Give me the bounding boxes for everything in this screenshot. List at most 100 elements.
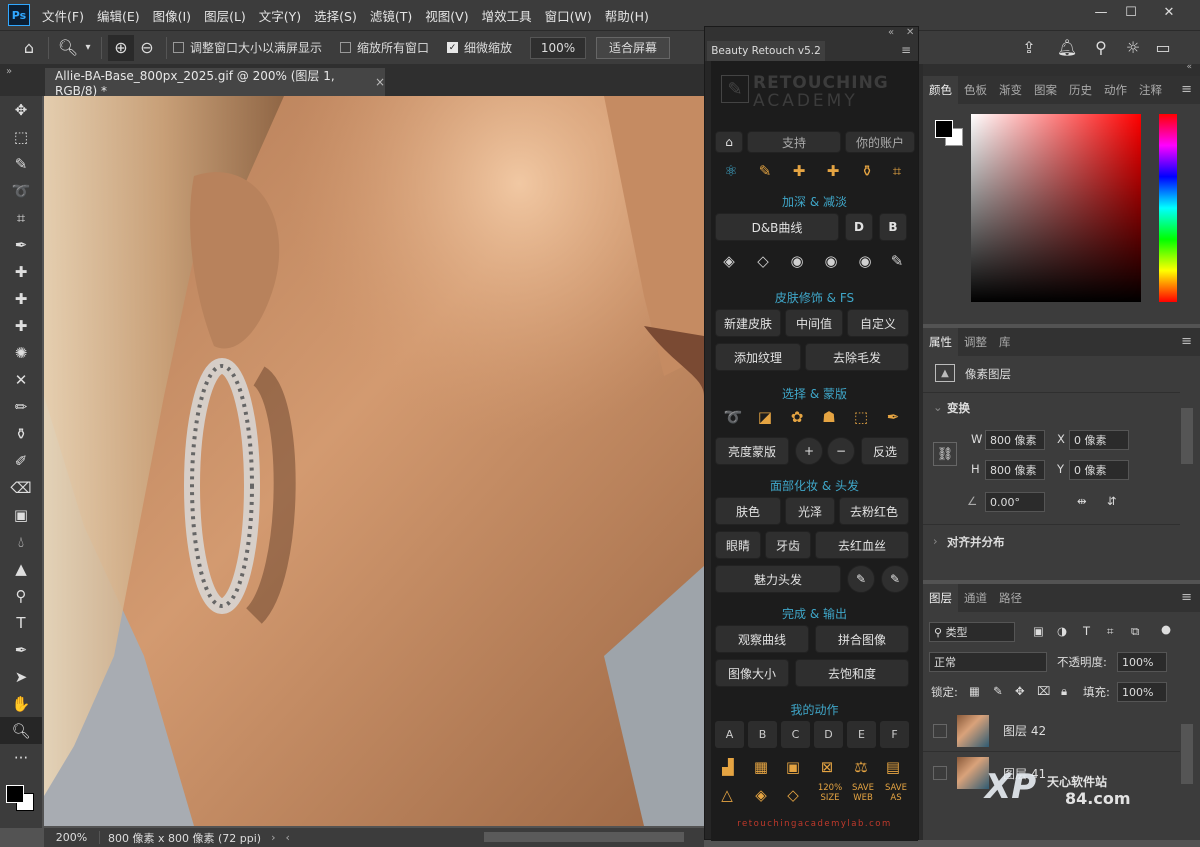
crop-icon[interactable]: ⌗ [885,159,909,183]
tab-swatches[interactable]: 色板 [958,82,993,98]
hue-slider[interactable] [1159,114,1177,302]
quick-select-tool-icon[interactable]: ✎ [0,150,42,177]
gloss-button[interactable]: 光泽 [785,497,835,525]
path-select-icon[interactable]: ➤ [0,663,42,690]
x-field[interactable]: 0 像素 [1069,430,1129,450]
dodge-button[interactable]: D [845,213,873,241]
align-distribute-header[interactable]: 对齐并分布 [947,534,1005,550]
menu-filter[interactable]: 滤镜(T) [370,6,412,25]
height-field[interactable]: 800 像素 [985,460,1045,480]
zoom-value-field[interactable]: 100% [530,36,587,59]
view-curve-button[interactable]: 观察曲线 [715,625,809,653]
triangle-icon[interactable]: △ [715,783,739,807]
add-texture-button[interactable]: 添加纹理 [715,343,801,371]
filter-smart-icon[interactable]: ⧉ [1131,624,1139,639]
sharpen-tool-icon[interactable]: ▲ [0,555,42,582]
lock-position-icon[interactable]: ✥ [1015,684,1025,698]
flip-horizontal-icon[interactable]: ⇹ [1077,494,1087,508]
person-icon[interactable]: ☗ [817,405,841,429]
share-icon[interactable]: ⇪ [1016,35,1042,61]
action-a-button[interactable]: A [715,721,744,748]
histogram-icon[interactable]: ▟ [713,755,743,779]
action-e-button[interactable]: E [847,721,876,748]
close-button[interactable]: ✕ [1154,0,1184,24]
history-brush-icon[interactable]: ✐ [0,447,42,474]
clone-stamp-icon[interactable]: ⚱ [0,420,42,447]
custom-button[interactable]: 自定义 [847,309,909,337]
lock-transparency-icon[interactable]: ▦ [969,684,980,698]
chevron-down-icon[interactable]: ⌄ [933,400,943,414]
panel-menu-icon[interactable]: ≡ [1181,590,1192,605]
foreground-color-swatch[interactable] [6,785,24,803]
hand-tool-icon[interactable]: ✋ [0,690,42,717]
filter-toggle-icon[interactable]: ● [1161,622,1171,636]
tab-history[interactable]: 历史 [1063,82,1098,98]
menu-select[interactable]: 选择(S) [314,6,357,25]
checkmark-icon[interactable]: ✓ [447,42,459,53]
color-swatches[interactable] [0,771,42,821]
burn-button[interactable]: B [879,213,907,241]
panel-menu-icon[interactable]: ≡ [1181,82,1192,97]
zoom-tool-icon[interactable]: 🔍︎ [55,35,81,61]
support-button[interactable]: 支持 [747,131,841,153]
skin-tone-button[interactable]: 肤色 [715,497,781,525]
select-icon[interactable]: ◪ [753,405,777,429]
website-link[interactable]: retouchingacademylab.com [711,819,918,829]
balance-icon[interactable]: ⚖ [849,755,873,779]
collapse-icon[interactable]: « [888,27,894,38]
tab-channels[interactable]: 通道 [958,590,993,606]
home-icon[interactable]: ⌂ [16,35,42,61]
panel-menu-icon[interactable]: ≡ [1181,334,1192,349]
close-panel-icon[interactable]: ✕ [906,27,914,38]
action-f-button[interactable]: F [880,721,909,748]
image-size-button[interactable]: 图像大小 [715,659,789,687]
menu-view[interactable]: 视图(V) [425,6,468,25]
lock-all-icon[interactable]: 🔒︎ [1061,684,1067,699]
eye-s-icon[interactable]: ◉ [819,249,843,273]
document-canvas[interactable] [44,96,704,826]
tab-notes[interactable]: 注释 [1133,82,1168,98]
brush-1-icon[interactable]: ✎ [847,565,875,593]
size-120-button[interactable]: 120% SIZE [815,783,845,803]
layer-icon[interactable]: ◇ [751,249,775,273]
filter-type-icon[interactable]: T [1083,624,1090,638]
fit-window-checkbox[interactable]: 调整窗口大小以满屏显示 [173,39,322,56]
lasso-icon[interactable]: ➰ [721,405,745,429]
teeth-button[interactable]: 牙齿 [765,531,811,559]
layers-icon[interactable]: ◈ [717,249,741,273]
brush-l-icon[interactable]: ✎ [885,249,909,273]
zoom-out-icon[interactable]: ⊖ [134,35,160,61]
layer-row[interactable]: 图层 42 [923,710,1180,752]
db-curve-button[interactable]: D&B曲线 [715,213,839,241]
crop-tool-icon[interactable]: ⌗ [0,204,42,231]
film-icon[interactable]: ▤ [881,755,905,779]
palette-icon[interactable]: ✿ [785,405,809,429]
eye-icon[interactable]: ◉ [785,249,809,273]
filter-pixel-icon[interactable]: ▣ [1033,624,1044,638]
save-web-button[interactable]: SAVE WEB [848,783,878,803]
close-tab-icon[interactable]: × [375,75,385,89]
grid-icon[interactable]: ▦ [749,755,773,779]
scrubby-zoom-checkbox[interactable]: ✓ 细微缩放 [447,39,512,56]
blur-tool-icon[interactable]: 💧︎ [0,528,42,555]
eyedropper-tool-icon[interactable]: ✒ [0,231,42,258]
blend-mode-select[interactable]: 正常 [929,652,1047,672]
tab-color[interactable]: 颜色 [923,76,958,104]
filter-adjust-icon[interactable]: ◑ [1057,624,1067,638]
transform-tool-icon[interactable]: ✕ [0,366,42,393]
expand-icon[interactable]: » [6,66,12,77]
menu-window[interactable]: 窗口(W) [545,6,592,25]
eyes-button[interactable]: 眼睛 [715,531,761,559]
layer-filter-select[interactable]: ⚲ 类型 [929,622,1015,642]
horizontal-scrollbar[interactable] [484,832,684,842]
filter-shape-icon[interactable]: ⌗ [1107,624,1113,639]
document-tab[interactable]: Allie-BA-Base_800px_2025.gif @ 200% (图层 … [45,68,385,98]
marquee-tool-icon[interactable]: ⬚ [0,123,42,150]
checkbox-box[interactable] [340,42,352,53]
brush-icon[interactable]: ✎ [753,159,777,183]
eye-c-icon[interactable]: ◉ [853,249,877,273]
minus-button[interactable]: − [827,437,855,465]
menu-edit[interactable]: 编辑(E) [97,6,140,25]
opacity-field[interactable]: 100% [1117,652,1167,672]
pen-icon[interactable]: ✒ [881,405,905,429]
